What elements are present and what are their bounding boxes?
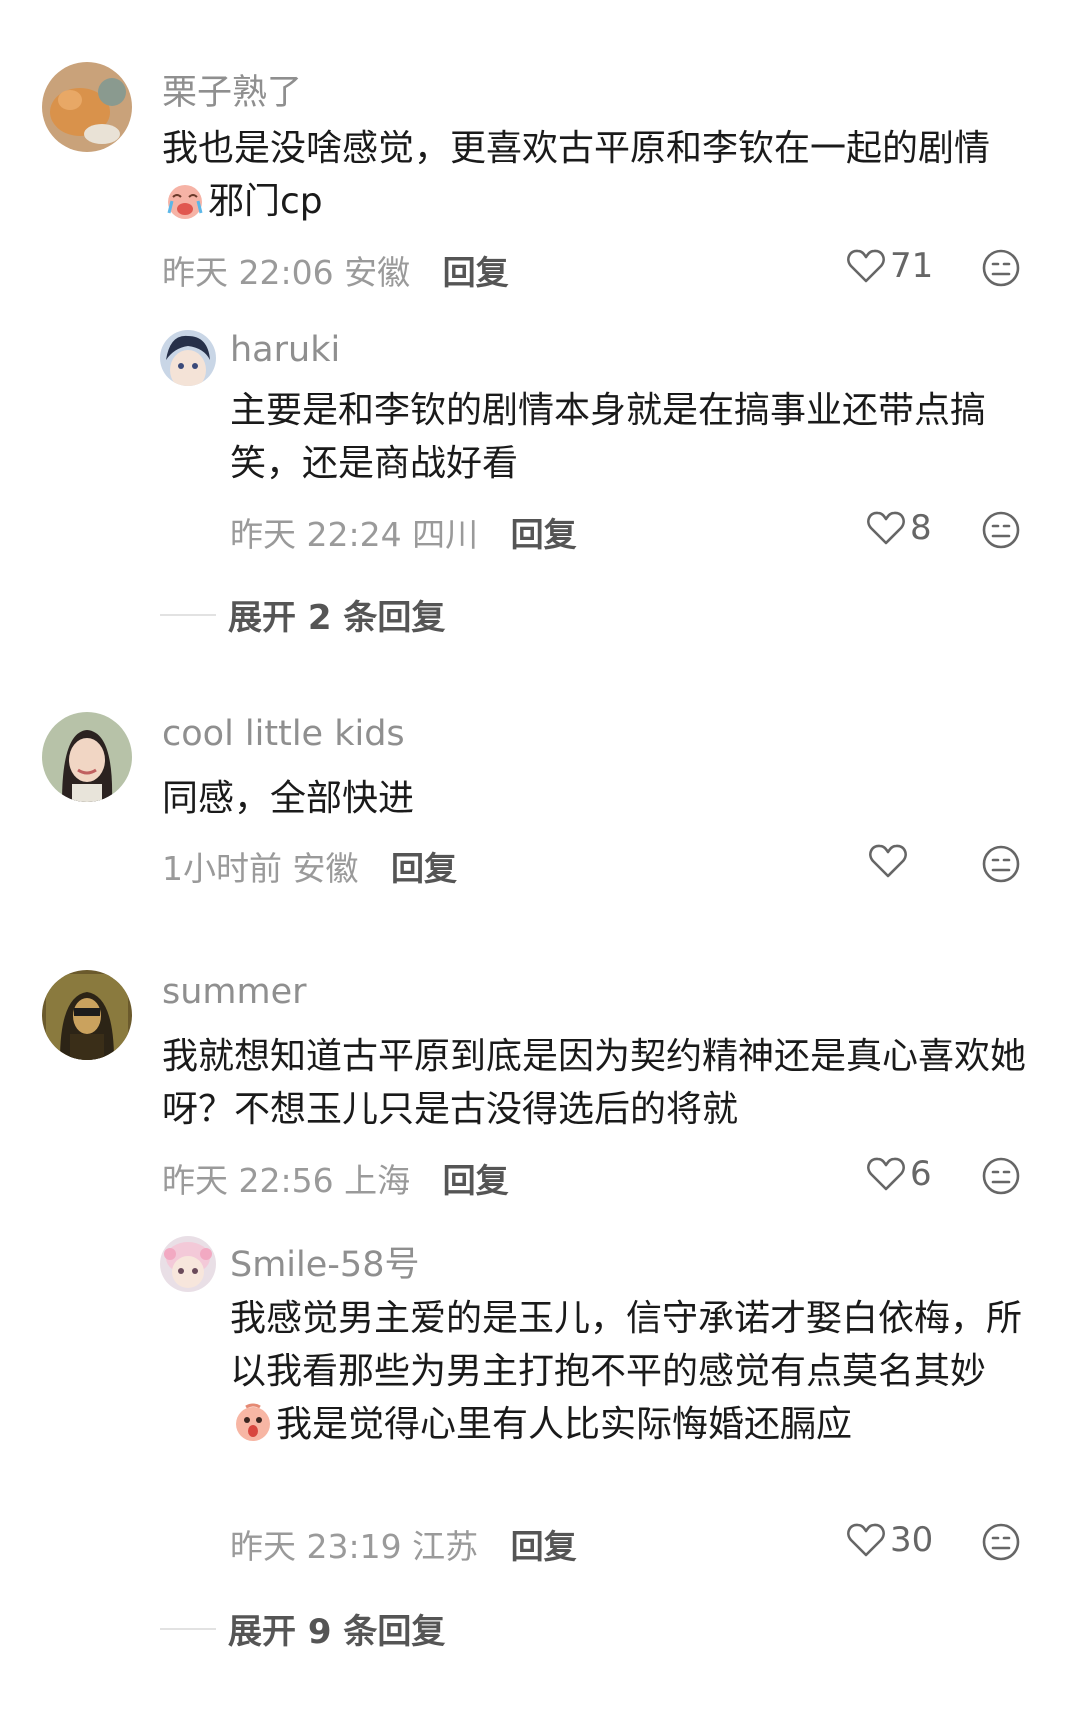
comment-text: 我也是没啥感觉，更喜欢古平原和李钦在一起的剧情邪门cp [162, 128, 991, 222]
comment-meta: 昨天 23:19 江苏 回复 [230, 1520, 577, 1568]
emoji-reaction-button[interactable] [981, 1522, 1021, 1562]
comment-text: 主要是和李钦的剧情本身就是在搞事业还带点搞笑，还是商战好看 [230, 390, 987, 484]
comment-meta: 昨天 22:24 四川 回复 [230, 508, 577, 556]
username[interactable]: cool little kids [162, 714, 405, 754]
comment-meta: 1小时前 安徽 回复 [162, 842, 457, 890]
location: 安徽 [344, 253, 411, 292]
username[interactable]: haruki [230, 330, 340, 370]
neutral-face-icon [982, 249, 1020, 287]
anime-boy-avatar-icon [160, 330, 216, 386]
comment-text: 同感，全部快进 [162, 778, 415, 819]
timestamp: 昨天 22:06 [162, 253, 334, 292]
heart-icon [869, 844, 907, 878]
reply-button[interactable]: 回复 [443, 1161, 509, 1200]
username[interactable]: Smile-58号 [230, 1236, 419, 1287]
location: 四川 [412, 515, 479, 554]
timestamp: 昨天 22:56 [162, 1161, 334, 1200]
reply-button[interactable]: 回复 [511, 515, 577, 554]
heart-icon [847, 1523, 885, 1557]
avatar[interactable] [160, 1236, 216, 1292]
avatar[interactable] [42, 970, 132, 1060]
woman-avatar-icon [42, 712, 132, 802]
expand-replies-button[interactable]: 展开 9 条回复 [160, 1604, 445, 1653]
avatar[interactable] [42, 62, 132, 152]
comment-meta: 昨天 22:56 上海 回复 [162, 1154, 509, 1202]
doll-avatar-icon [160, 1236, 216, 1292]
shocked-chick-emoji-icon [232, 1402, 274, 1444]
crying-face-emoji-icon [164, 179, 206, 221]
location: 江苏 [412, 1527, 479, 1566]
username[interactable]: summer [162, 972, 307, 1012]
timestamp: 昨天 22:24 [230, 515, 402, 554]
like-button[interactable] [868, 842, 912, 880]
comment-meta: 昨天 22:06 安徽 回复 [162, 246, 509, 294]
reply-button[interactable]: 回复 [391, 849, 457, 888]
heart-icon [847, 249, 885, 283]
expand-replies-label: 展开 9 条回复 [228, 1612, 446, 1652]
heart-icon [867, 511, 905, 545]
emoji-reaction-button[interactable] [981, 1156, 1021, 1196]
comment-text: 我就想知道古平原到底是因为契约精神还是真心喜欢她呀？不想玉儿只是古没得选后的将就 [162, 1036, 1027, 1130]
cat-avatar-icon [42, 62, 132, 152]
neutral-face-icon [982, 511, 1020, 549]
emoji-reaction-button[interactable] [981, 248, 1021, 288]
neutral-face-icon [982, 1157, 1020, 1195]
expand-replies-button[interactable]: 展开 2 条回复 [160, 590, 445, 639]
reply-button[interactable]: 回复 [511, 1527, 577, 1566]
avatar[interactable] [160, 330, 216, 386]
location: 安徽 [292, 849, 359, 888]
timestamp: 1小时前 [162, 849, 282, 888]
expand-replies-label: 展开 2 条回复 [228, 598, 446, 638]
neutral-face-icon [982, 845, 1020, 883]
neutral-face-icon [982, 1523, 1020, 1561]
reply-button[interactable]: 回复 [443, 253, 509, 292]
like-count: 8 [910, 508, 932, 548]
location: 上海 [344, 1161, 411, 1200]
like-button[interactable]: 8 [866, 508, 932, 548]
divider-line [160, 1627, 216, 1630]
like-button[interactable]: 6 [866, 1154, 932, 1194]
avatar[interactable] [42, 712, 132, 802]
emoji-reaction-button[interactable] [981, 844, 1021, 884]
comment-text: 我感觉男主爱的是玉儿，信守承诺才娶白依梅，所以我看那些为男主打抱不平的感觉有点莫… [230, 1298, 1023, 1445]
mona-lisa-avatar-icon [42, 970, 132, 1060]
like-button[interactable]: 30 [846, 1520, 933, 1560]
emoji-reaction-button[interactable] [981, 510, 1021, 550]
username[interactable]: 栗子熟了 [162, 64, 302, 115]
timestamp: 昨天 23:19 [230, 1527, 402, 1566]
divider-line [160, 613, 216, 616]
like-count: 30 [890, 1520, 934, 1560]
heart-icon [867, 1157, 905, 1191]
like-count: 6 [910, 1154, 932, 1194]
like-button[interactable]: 71 [846, 246, 933, 286]
like-count: 71 [890, 246, 934, 286]
